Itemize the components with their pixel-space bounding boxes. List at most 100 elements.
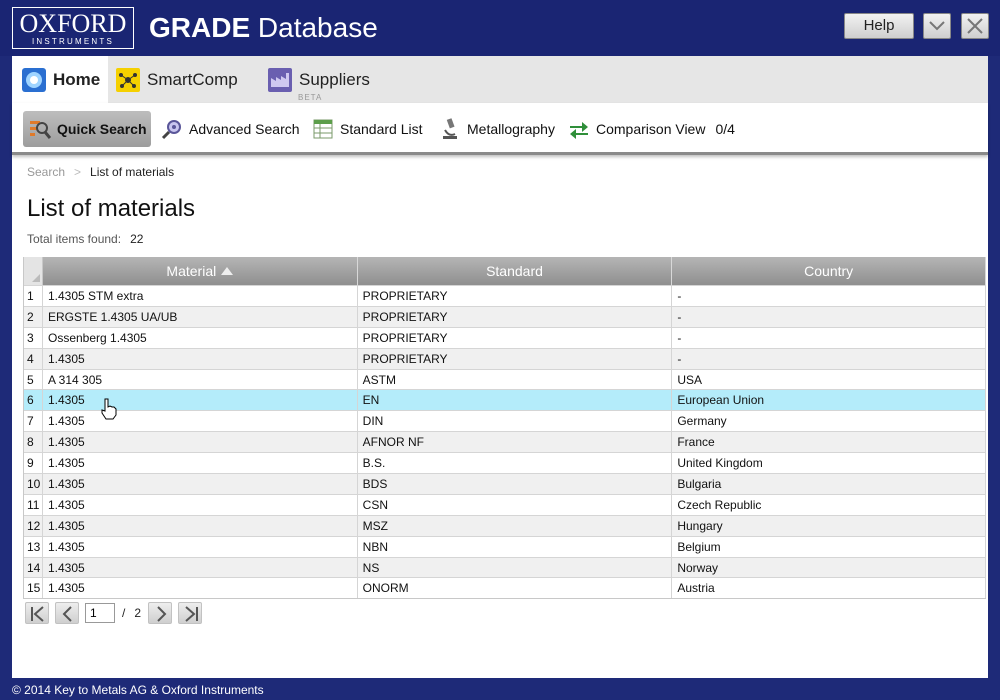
standard-cell: DIN [358, 411, 673, 432]
help-button[interactable]: Help [844, 13, 914, 39]
beta-badge: BETA [298, 93, 323, 102]
column-header-country[interactable]: Country [672, 257, 986, 285]
country-cell: Hungary [672, 515, 986, 536]
table-row[interactable]: 7 1.4305 DIN Germany [24, 410, 986, 432]
material-cell: 1.4305 [43, 390, 358, 411]
row-number: 15 [24, 578, 43, 599]
next-page-button[interactable] [148, 602, 173, 624]
table-row[interactable]: 6 1.4305 EN European Union [24, 389, 986, 411]
title-bar: OXFORD INSTRUMENTS GRADE Database Help [0, 0, 1000, 56]
total-items-count: 22 [130, 232, 144, 246]
table-row[interactable]: 4 1.4305 PROPRIETARY - [24, 347, 986, 369]
page-number-input[interactable] [85, 603, 115, 623]
table-row[interactable]: 14 1.4305 NS Norway [24, 556, 986, 578]
row-number: 14 [24, 557, 43, 578]
first-page-button[interactable] [25, 602, 49, 624]
country-cell: United Kingdom [672, 453, 986, 474]
standard-cell: PROPRIETARY [358, 286, 673, 306]
table-row[interactable]: 15 1.4305 ONORM Austria [24, 577, 986, 599]
material-cell: 1.4305 [43, 348, 358, 369]
country-cell: Czech Republic [672, 494, 986, 515]
home-globe-icon [22, 67, 46, 92]
column-header-material-label: Material [166, 263, 217, 279]
pagination: / 2 [25, 602, 208, 624]
standard-cell: BDS [358, 474, 673, 494]
app-title-rest: Database [257, 12, 378, 43]
column-header-standard[interactable]: Standard [358, 257, 673, 285]
logo-line2: INSTRUMENTS [32, 37, 114, 46]
last-page-button[interactable] [178, 602, 203, 624]
material-cell: 1.4305 [43, 432, 358, 453]
table-row[interactable]: 5A 314 305 ASTM USA [24, 368, 986, 390]
table-row[interactable]: 12 1.4305 MSZ Hungary [24, 514, 986, 536]
table-row[interactable]: 9 1.4305 B.S. United Kingdom [24, 452, 986, 474]
materials-table: Material Standard Country 1 1.4305 STM ex… [23, 257, 986, 600]
country-cell: - [672, 348, 986, 369]
comparison-view-button[interactable]: Comparison View 0/4 [568, 111, 735, 147]
material-cell: 1.4305 [43, 474, 358, 494]
previous-page-button[interactable] [55, 602, 79, 624]
tab-home[interactable]: Home [12, 56, 108, 103]
standard-cell: MSZ [358, 515, 673, 536]
comparison-count: 0/4 [715, 121, 735, 137]
advanced-search-icon [161, 120, 181, 140]
table-row[interactable]: 3 Ossenberg 1.4305 PROPRIETARY - [24, 326, 986, 348]
microscope-icon [443, 118, 457, 139]
country-cell: Germany [672, 411, 986, 432]
footer-copyright: © 2014 Key to Metals AG & Oxford Instrum… [12, 683, 264, 697]
page-title: List of materials [27, 195, 196, 222]
table-row[interactable]: 2 ERGSTE 1.4305 UA/UB PROPRIETARY - [24, 305, 986, 327]
tab-smartcomp[interactable]: SmartComp [116, 56, 238, 103]
country-cell: Norway [672, 557, 986, 578]
hand-cursor-icon [101, 398, 117, 420]
country-cell: USA [672, 369, 986, 390]
standard-cell: PROPRIETARY [358, 306, 673, 327]
table-row[interactable]: 11 1.4305 CSN Czech Republic [24, 493, 986, 515]
breadcrumb-search-link[interactable]: Search [27, 165, 65, 179]
chevron-right-icon [157, 606, 167, 622]
quick-search-button[interactable]: Quick Search [23, 111, 151, 147]
metallography-button[interactable]: Metallography [439, 111, 555, 147]
material-cell: A 314 305 [43, 369, 358, 390]
chevron-down-icon [929, 21, 945, 31]
row-number: 7 [24, 411, 43, 432]
total-items-label: Total items found: [27, 232, 122, 246]
standard-cell: CSN [358, 494, 673, 515]
standard-cell: NS [358, 557, 673, 578]
table-row[interactable]: 13 1.4305 NBN Belgium [24, 535, 986, 557]
row-number: 13 [24, 536, 43, 557]
quick-search-label: Quick Search [57, 121, 147, 137]
country-cell: European Union [672, 390, 986, 411]
material-cell: 1.4305 [43, 494, 358, 515]
row-number: 9 [24, 453, 43, 474]
app-title-bold: GRADE [149, 12, 251, 43]
app-title: GRADE Database [149, 12, 378, 44]
column-header-standard-label: Standard [486, 263, 543, 279]
standard-list-button[interactable]: Standard List [312, 111, 423, 147]
standard-cell: PROPRIETARY [358, 327, 673, 348]
column-header-material[interactable]: Material [43, 257, 358, 285]
material-cell: 1.4305 [43, 515, 358, 536]
breadcrumb: Search > List of materials [27, 165, 174, 179]
table-row[interactable]: 10 1.4305 BDS Bulgaria [24, 473, 986, 494]
table-row[interactable]: 8 1.4305 AFNOR NF France [24, 431, 986, 453]
metallography-label: Metallography [467, 121, 555, 137]
material-cell: 1.4305 [43, 411, 358, 432]
row-number: 8 [24, 432, 43, 453]
country-cell: - [672, 286, 986, 306]
standard-cell: B.S. [358, 453, 673, 474]
tab-smartcomp-label: SmartComp [147, 69, 238, 89]
tab-home-label: Home [53, 69, 101, 89]
material-cell: ERGSTE 1.4305 UA/UB [43, 306, 358, 327]
close-button[interactable] [961, 13, 989, 39]
material-cell: Ossenberg 1.4305 [43, 327, 358, 348]
minimize-button[interactable] [923, 13, 951, 39]
row-number: 2 [24, 306, 43, 327]
advanced-search-label: Advanced Search [189, 121, 300, 137]
breadcrumb-current: List of materials [90, 165, 175, 179]
table-row[interactable]: 1 1.4305 STM extra PROPRIETARY - [24, 285, 986, 306]
advanced-search-button[interactable]: Advanced Search [161, 111, 300, 147]
total-pages: 2 [134, 606, 142, 620]
material-cell: 1.4305 [43, 557, 358, 578]
page-separator: / [122, 606, 126, 620]
